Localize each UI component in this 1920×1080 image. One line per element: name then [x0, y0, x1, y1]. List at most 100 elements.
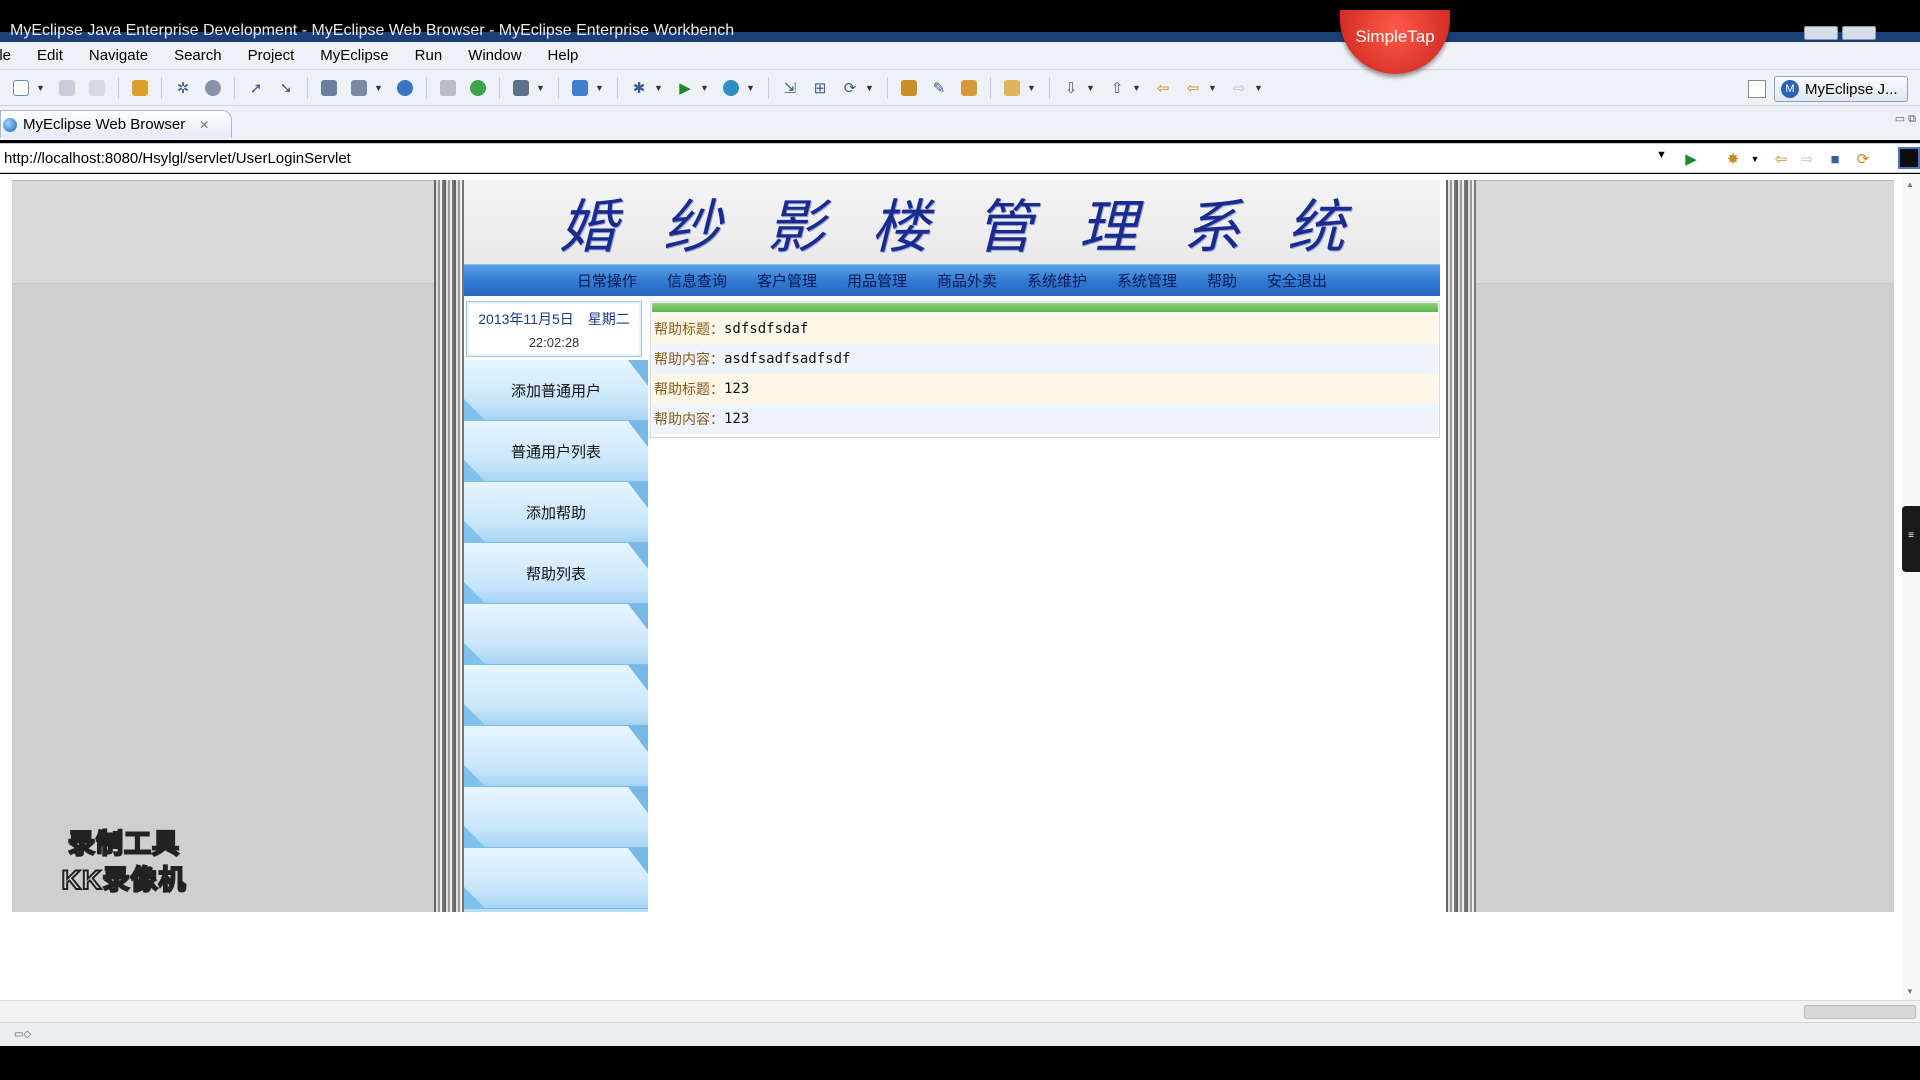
favorites-dropdown-icon[interactable]: ▼: [1744, 148, 1766, 170]
debug-icon[interactable]: ✱: [628, 77, 650, 99]
nav-daily-operations[interactable]: 日常操作: [562, 270, 652, 291]
browser-back-icon[interactable]: ⇦: [1770, 148, 1792, 170]
horizontal-scrollbar[interactable]: [0, 1000, 1920, 1022]
server-lock-icon[interactable]: [202, 77, 224, 99]
next-annotation-dropdown-icon[interactable]: ▼: [1086, 83, 1096, 93]
menu-navigate[interactable]: Navigate: [75, 47, 160, 64]
screenshot-dropdown-icon[interactable]: ▼: [536, 83, 546, 93]
window-title-bar: MyEclipse Java Enterprise Development - …: [0, 0, 1920, 42]
folder-dropdown-icon[interactable]: ▼: [1027, 83, 1037, 93]
team-icon[interactable]: [958, 77, 980, 99]
status-bar: ▭◇: [0, 1022, 1920, 1046]
scroll-up-icon[interactable]: ▲: [1906, 180, 1914, 189]
new-java-class-icon[interactable]: [569, 77, 591, 99]
recorder-watermark: 录制工具 KK录像机: [34, 826, 214, 898]
database-icon[interactable]: [898, 77, 920, 99]
open-folder-icon[interactable]: [437, 77, 459, 99]
window-controls[interactable]: [1800, 26, 1920, 40]
previous-annotation-dropdown-icon[interactable]: ▼: [1132, 83, 1142, 93]
new-server-dropdown-icon[interactable]: ▼: [865, 83, 875, 93]
maximize-button[interactable]: [1842, 26, 1876, 40]
minimize-button[interactable]: [1804, 26, 1838, 40]
next-annotation-icon[interactable]: ⇩: [1060, 77, 1082, 99]
nav-logout[interactable]: 安全退出: [1252, 270, 1342, 291]
package-icon[interactable]: [129, 77, 151, 99]
perspective-switcher[interactable]: M MyEclipse J...: [1774, 76, 1908, 102]
menu-help[interactable]: Help: [534, 47, 591, 64]
debug-dropdown-icon[interactable]: ▼: [654, 83, 664, 93]
vertical-scrollbar[interactable]: ▲ ▼: [1902, 174, 1920, 1000]
last-edit-icon[interactable]: ⇦: [1152, 77, 1174, 99]
screenshot-icon[interactable]: [510, 77, 532, 99]
back-dropdown-icon[interactable]: ▼: [1208, 83, 1218, 93]
nav-help[interactable]: 帮助: [1192, 270, 1252, 291]
nav-info-query[interactable]: 信息查询: [652, 270, 742, 291]
side-menu-empty-item: [464, 787, 648, 848]
help-content-label: 帮助内容：: [654, 352, 724, 368]
side-menu-empty-item: [464, 665, 648, 726]
forward-dropdown-icon[interactable]: ▼: [1254, 83, 1264, 93]
url-input[interactable]: [2, 147, 1658, 169]
save-all-icon[interactable]: [86, 77, 108, 99]
open-type-icon[interactable]: [318, 77, 340, 99]
browser-forward-icon[interactable]: ⇨: [1796, 148, 1818, 170]
menu-window[interactable]: Window: [454, 47, 533, 64]
previous-annotation-icon[interactable]: ⇧: [1106, 77, 1128, 99]
new-file-icon[interactable]: [10, 77, 32, 99]
back-icon[interactable]: ⇦: [1182, 77, 1204, 99]
menu-run[interactable]: Run: [401, 47, 455, 64]
run-icon[interactable]: ▶: [674, 77, 696, 99]
scroll-down-icon[interactable]: ▼: [1906, 987, 1914, 996]
side-menu-add-user[interactable]: 添加普通用户: [464, 360, 648, 421]
web-globe-icon[interactable]: [394, 77, 416, 99]
menu-myeclipse[interactable]: MyEclipse: [306, 47, 400, 64]
undeploy-icon[interactable]: ➘: [275, 77, 297, 99]
screen-bottom-border: [0, 1046, 1920, 1080]
menu-edit[interactable]: Edit: [23, 47, 75, 64]
side-panel-handle[interactable]: ≡: [1902, 506, 1920, 572]
scroll-thumb[interactable]: [1804, 1005, 1916, 1019]
menu-project[interactable]: Project: [234, 47, 307, 64]
side-menu-empty-item: [464, 848, 648, 909]
nav-product-takeout[interactable]: 商品外卖: [922, 270, 1012, 291]
open-resource-icon[interactable]: [348, 77, 370, 99]
nav-supplies-management[interactable]: 用品管理: [832, 270, 922, 291]
deploy-icon[interactable]: ➚: [245, 77, 267, 99]
tab-myeclipse-web-browser[interactable]: MyEclipse Web Browser ✕: [0, 110, 232, 138]
url-history-dropdown-icon[interactable]: ▼: [1656, 149, 1667, 161]
browser-refresh-icon[interactable]: ⟳: [1852, 148, 1874, 170]
open-perspective-icon[interactable]: [1748, 80, 1766, 98]
new-ejb-icon[interactable]: ⊞: [809, 77, 831, 99]
new-server-icon[interactable]: ⟳: [839, 77, 861, 99]
site-top-nav: 日常操作 信息查询 客户管理 用品管理 商品外卖 系统维护 系统管理 帮助 安全…: [464, 264, 1440, 296]
run-dropdown-icon[interactable]: ▼: [700, 83, 710, 93]
forward-icon[interactable]: ⇨: [1228, 77, 1250, 99]
save-icon[interactable]: [56, 77, 78, 99]
refresh-green-icon[interactable]: [467, 77, 489, 99]
external-tools-icon[interactable]: [720, 77, 742, 99]
side-menu-user-list[interactable]: 普通用户列表: [464, 421, 648, 482]
server-config-icon[interactable]: ✲: [172, 77, 194, 99]
site-banner: 婚纱影楼管理系统: [464, 180, 1440, 264]
side-menu-help-list[interactable]: 帮助列表: [464, 543, 648, 604]
external-tools-dropdown-icon[interactable]: ▼: [746, 83, 756, 93]
browser-stop-icon[interactable]: ■: [1824, 148, 1846, 170]
nav-system-management[interactable]: 系统管理: [1102, 270, 1192, 291]
new-web-project-icon[interactable]: ⇲: [779, 77, 801, 99]
nav-system-maintenance[interactable]: 系统维护: [1012, 270, 1102, 291]
menu-search[interactable]: Search: [160, 47, 234, 64]
favorites-icon[interactable]: ✸: [1722, 148, 1744, 170]
close-tab-icon[interactable]: ✕: [199, 118, 209, 132]
open-resource-dropdown-icon[interactable]: ▼: [374, 83, 384, 93]
go-icon[interactable]: ▶: [1680, 148, 1702, 170]
new-dropdown-icon[interactable]: ▼: [36, 83, 46, 93]
new-java-dropdown-icon[interactable]: ▼: [595, 83, 605, 93]
menu-file[interactable]: ile: [0, 47, 23, 64]
folder-icon[interactable]: [1001, 77, 1023, 99]
browser-extra-button[interactable]: [1898, 147, 1920, 169]
link-icon[interactable]: ✎: [928, 77, 950, 99]
view-minmax-controls[interactable]: ▭ ⧉: [1895, 112, 1916, 126]
side-menu-add-help[interactable]: 添加帮助: [464, 482, 648, 543]
side-menu-empty-item: [464, 726, 648, 787]
nav-customer-management[interactable]: 客户管理: [742, 270, 832, 291]
